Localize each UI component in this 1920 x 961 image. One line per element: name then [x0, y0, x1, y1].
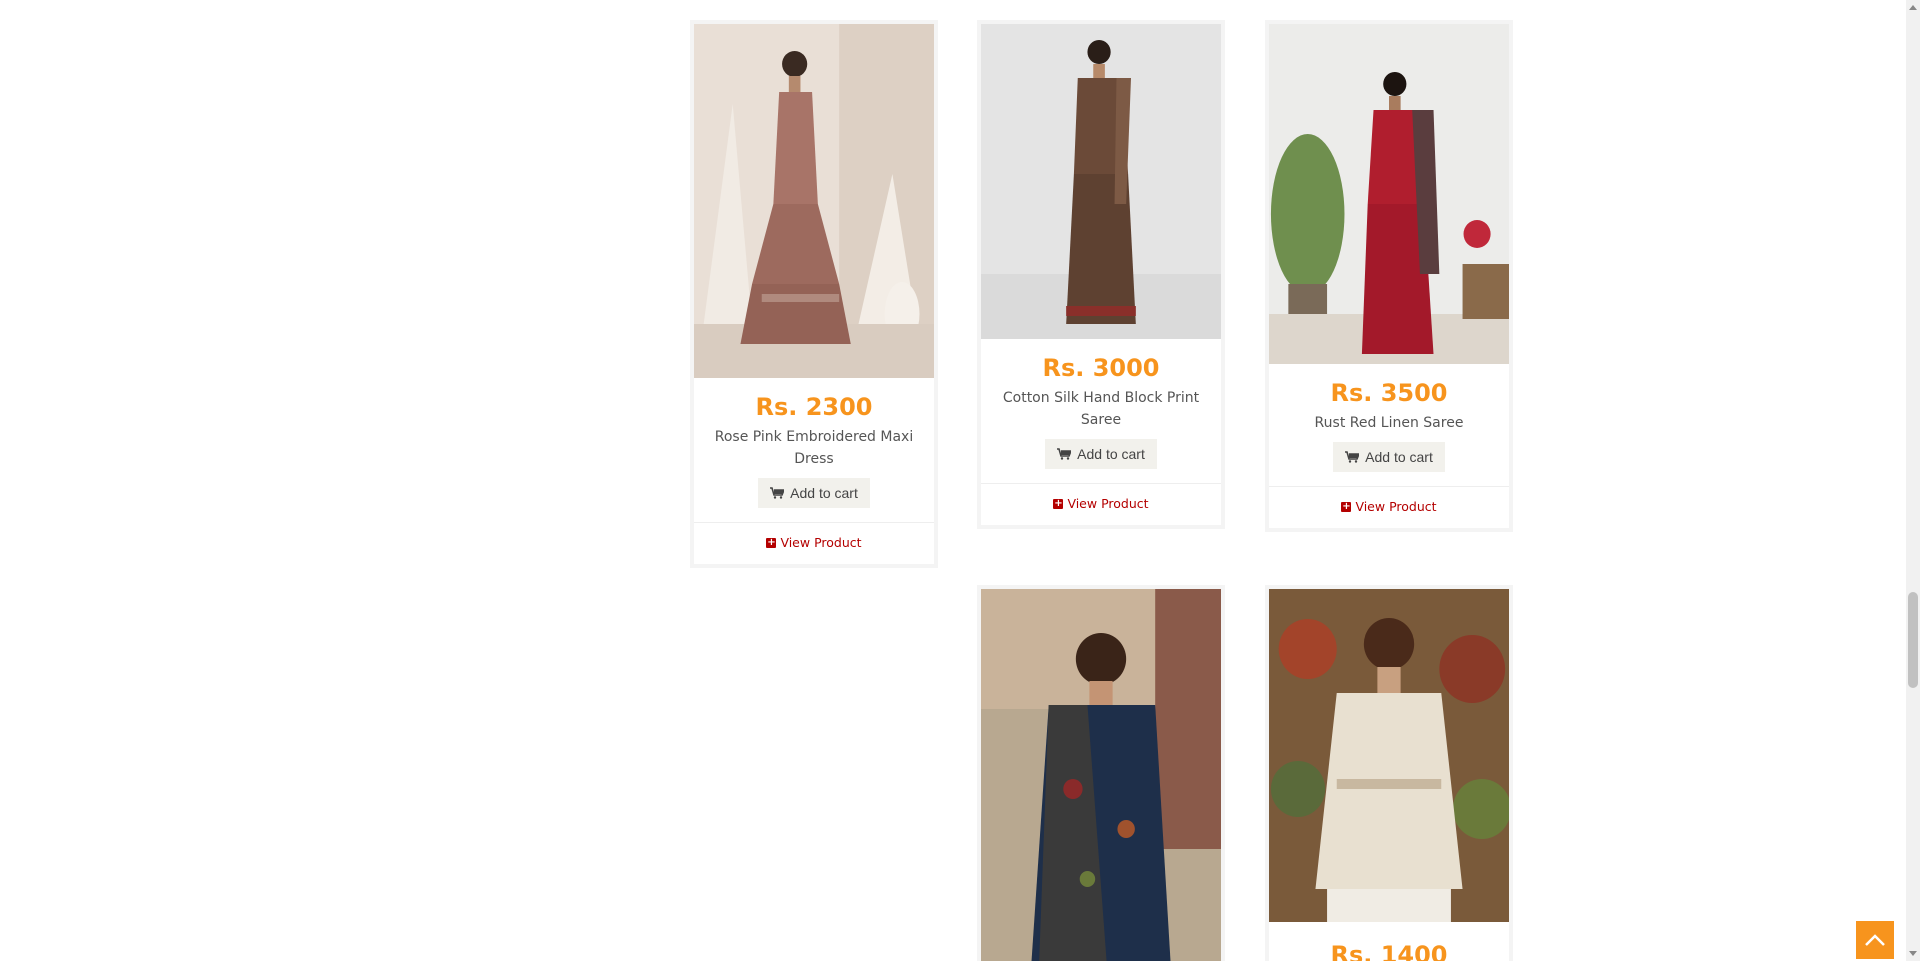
product-name[interactable]: Cotton Silk Hand Block Print Saree [981, 387, 1221, 431]
product-price: Rs. 1400 [1330, 941, 1448, 961]
product-image[interactable] [694, 24, 934, 378]
view-product-label: View Product [1355, 499, 1437, 514]
plus-square-icon: + [766, 536, 777, 548]
add-to-cart-label: Add to cart [1365, 449, 1433, 465]
shopping-cart-icon [1345, 451, 1360, 463]
plus-square-icon: + [1341, 500, 1352, 512]
add-to-cart-container: Add to cart [694, 478, 934, 523]
back-to-top-button[interactable] [1856, 921, 1894, 959]
product-price: Rs. 3500 [1330, 379, 1448, 407]
product-card: Rs. 1400 [1265, 585, 1513, 961]
add-to-cart-container: Add to cart [981, 439, 1221, 484]
add-to-cart-button[interactable]: Add to cart [1333, 442, 1445, 472]
plus-square-icon: + [1053, 497, 1064, 509]
shopping-cart-icon [1057, 448, 1072, 460]
chevron-up-icon [1865, 934, 1885, 946]
product-image[interactable] [1269, 589, 1509, 922]
product-image[interactable] [981, 24, 1221, 339]
view-product-link[interactable]: + View Product [694, 523, 934, 564]
view-product-label: View Product [1067, 496, 1149, 511]
view-product-link[interactable]: + View Product [981, 484, 1221, 525]
product-price: Rs. 3000 [1042, 354, 1160, 382]
product-card [977, 585, 1225, 961]
product-price: Rs. 2300 [755, 393, 873, 421]
add-to-cart-button[interactable]: Add to cart [758, 478, 870, 508]
view-product-label: View Product [780, 535, 862, 550]
vertical-scrollbar[interactable] [1906, 0, 1920, 961]
product-card: Rs. 2300 Rose Pink Embroidered Maxi Dres… [690, 20, 938, 568]
scroll-up-arrow-icon[interactable] [1909, 5, 1917, 10]
product-grid-page: Rs. 2300 Rose Pink Embroidered Maxi Dres… [0, 0, 1920, 961]
product-card: Rs. 3000 Cotton Silk Hand Block Print Sa… [977, 20, 1225, 529]
product-image[interactable] [981, 589, 1221, 961]
add-to-cart-label: Add to cart [1077, 446, 1145, 462]
add-to-cart-container: Add to cart [1269, 442, 1509, 487]
product-card: Rs. 3500 Rust Red Linen Saree Add to car… [1265, 20, 1513, 532]
add-to-cart-label: Add to cart [790, 485, 858, 501]
product-name[interactable]: Rust Red Linen Saree [1269, 412, 1509, 434]
scrollbar-thumb[interactable] [1908, 592, 1918, 688]
shopping-cart-icon [770, 487, 785, 499]
product-image[interactable] [1269, 24, 1509, 364]
view-product-link[interactable]: + View Product [1269, 487, 1509, 528]
product-name[interactable]: Rose Pink Embroidered Maxi Dress [694, 426, 934, 470]
scroll-down-arrow-icon[interactable] [1909, 951, 1917, 956]
add-to-cart-button[interactable]: Add to cart [1045, 439, 1157, 469]
